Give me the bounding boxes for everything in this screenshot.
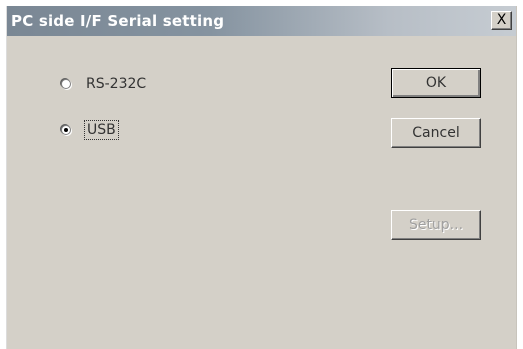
ok-button[interactable]: OK [391, 68, 481, 98]
radio-button-icon[interactable] [61, 125, 71, 135]
radio-option-usb[interactable]: USB [61, 120, 119, 140]
cancel-button[interactable]: Cancel [391, 118, 481, 148]
radio-label-rs232c[interactable]: RS-232C [86, 76, 146, 92]
dialog-title: PC side I/F Serial setting [11, 12, 225, 30]
radio-button-icon[interactable] [61, 79, 71, 89]
radio-label-usb[interactable]: USB [84, 120, 119, 140]
title-bar[interactable]: PC side I/F Serial setting X [7, 6, 516, 36]
setup-button[interactable]: Setup... [391, 210, 481, 240]
radio-selected-dot [64, 128, 68, 132]
close-button[interactable]: X [491, 11, 512, 30]
dialog-window: PC side I/F Serial setting X RS-232C USB… [6, 6, 517, 349]
close-icon: X [496, 12, 507, 28]
radio-option-rs232c[interactable]: RS-232C [61, 74, 146, 94]
